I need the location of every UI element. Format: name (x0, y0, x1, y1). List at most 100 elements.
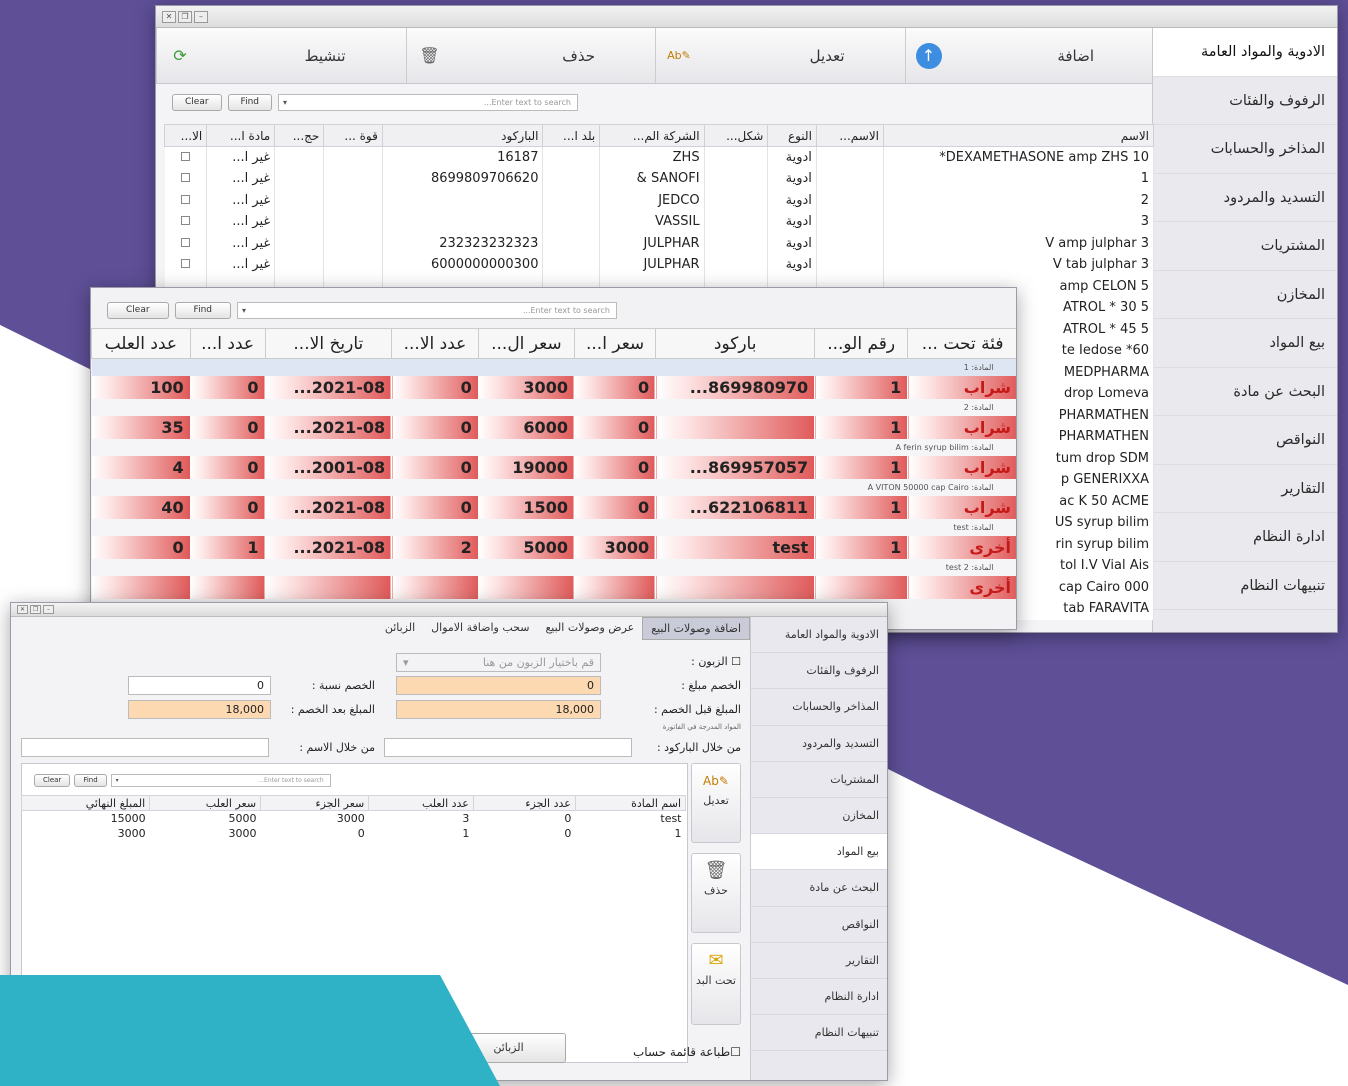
column-header[interactable]: سعر العلب (149, 795, 262, 811)
delete-button[interactable]: 🗑 حذف (405, 28, 656, 83)
customer-checkbox-label[interactable]: ☐ الزبون : (691, 655, 741, 668)
sidebar-item[interactable]: تنبيهات النظام (751, 1015, 887, 1052)
column-header[interactable]: مادة ا... (206, 124, 276, 147)
sidebar-item[interactable]: النواقص (1153, 416, 1337, 465)
column-header[interactable]: عدد الجزء (472, 795, 576, 811)
sidebar-item[interactable]: التقارير (1153, 465, 1337, 513)
column-header[interactable]: الا... (163, 124, 208, 147)
search-input[interactable]: ▾ Enter text to search... (278, 93, 578, 111)
table-row[interactable]: test 0 3 3000 5000 15000 (21, 810, 686, 826)
table-row[interactable]: 2 ادوية JEDCO غير ا... (164, 189, 1154, 211)
sidebar-item[interactable]: ادارة النظام (1153, 513, 1337, 562)
table-row[interactable]: شراب 1 0 6000 0 ...2021-08 0 35 (91, 415, 1016, 439)
table-row[interactable]: شراب 1 ...869957057 0 19000 0 ...2001-08 0 4 (91, 455, 1016, 479)
column-header[interactable]: عدد العلب (368, 795, 474, 811)
sidebar-item[interactable]: ادارة النظام (751, 979, 887, 1016)
search-input[interactable]: ▾ Enter text to search... (110, 773, 331, 787)
edit-button[interactable]: Ab✎ تعديل (655, 28, 905, 83)
column-header[interactable]: شكل... (703, 124, 769, 147)
print-checkbox[interactable]: ☐طباعة قائمة حساب (633, 1045, 741, 1059)
tab-funds[interactable]: سحب واضافة الاموال (423, 617, 537, 640)
find-button[interactable]: Find (174, 301, 231, 319)
column-header[interactable]: عدد العلب (91, 328, 191, 359)
table-row[interactable]: V amp julphar 3 ادوية JULPHAR 232323232323 غ… (164, 232, 1154, 254)
column-header[interactable]: الباركود (381, 124, 544, 147)
table-row[interactable]: 1 0 1 0 3000 3000 (21, 825, 686, 841)
tab-customers[interactable]: الزبائن (377, 617, 423, 640)
checkbox[interactable] (180, 152, 190, 161)
tab-add-sale[interactable]: اضافة وصولات البيع (642, 617, 750, 640)
minimize-icon[interactable]: – (194, 10, 208, 23)
group-row[interactable]: المادة: 1 (91, 358, 1016, 376)
column-header[interactable]: تاريخ الا... (264, 328, 393, 359)
table-row[interactable]: شراب 1 ...622106811 0 1500 0 ...2021-08 0 40 (91, 495, 1016, 519)
checkbox[interactable] (180, 237, 190, 247)
close-icon[interactable]: ✕ (17, 605, 28, 614)
discount-amount-field[interactable]: 0 (396, 676, 601, 695)
discount-percent-field[interactable]: 0 (128, 676, 271, 695)
sidebar-item[interactable]: بيع المواد (1153, 319, 1337, 368)
column-header[interactable]: سعر ال... (477, 328, 575, 359)
table-row[interactable]: 3 ادوية VASSIL غير ا... (164, 211, 1154, 233)
column-header[interactable]: سعر الجزء (260, 795, 370, 811)
column-header[interactable]: الاسم... (815, 124, 885, 147)
sidebar-item[interactable]: المذاخر والحسابات (1153, 125, 1337, 174)
group-row[interactable]: المادة: test 2 (91, 558, 1016, 576)
sidebar-item[interactable]: المخازن (751, 798, 887, 835)
minimize-icon[interactable]: – (43, 605, 54, 614)
sidebar-item[interactable]: البحث عن مادة (1153, 368, 1337, 416)
sidebar-item[interactable]: المشتريات (1153, 222, 1337, 271)
sidebar-item[interactable]: المذاخر والحسابات (751, 689, 887, 726)
group-row[interactable]: المادة: 2 (91, 398, 1016, 416)
sidebar-item[interactable]: التسديد والمردود (751, 726, 887, 762)
sidebar-item[interactable]: الرفوف والفئات (751, 653, 887, 690)
sidebar-item[interactable]: النواقص (751, 907, 887, 943)
column-header[interactable]: المبلغ النهائي (20, 795, 151, 811)
column-header[interactable]: قوة ... (323, 124, 383, 147)
sidebar-item[interactable]: الرفوف والفئات (1153, 77, 1337, 125)
sidebar-item[interactable]: الادوية والمواد العامة (1153, 28, 1337, 77)
clear-button[interactable]: Clear (34, 773, 71, 787)
checkbox[interactable] (180, 194, 190, 204)
table-row[interactable]: شراب 1 ...869980970 0 3000 0 ...2021-08 0 100 (91, 375, 1016, 399)
column-header[interactable]: عدد الا... (391, 328, 479, 359)
refresh-button[interactable]: ⟳ تنشيط (156, 28, 406, 83)
column-header[interactable]: الشركة الم... (599, 124, 705, 147)
checkbox[interactable] (180, 216, 190, 226)
sidebar-item[interactable]: المشتريات (751, 762, 887, 798)
column-header[interactable]: سعر ا... (573, 328, 657, 359)
hold-button[interactable]: ✉ تحت البد (691, 943, 741, 1025)
add-button[interactable]: ↑ اضافة (904, 28, 1155, 83)
column-header[interactable]: بلد ا... (542, 124, 601, 147)
delete-item-button[interactable]: 🗑 حذف (691, 853, 741, 933)
column-header[interactable]: عدد ا... (189, 328, 266, 359)
group-row[interactable]: المادة: test (91, 518, 1016, 536)
table-row[interactable]: V tab julphar 3 ادوية JULPHAR 6000000000300… (164, 254, 1154, 276)
table-row[interactable]: أخرى (91, 575, 1016, 599)
search-input[interactable]: ▾ Enter text to search... (237, 301, 617, 319)
sidebar-item[interactable]: المخازن (1153, 271, 1337, 319)
restore-icon[interactable]: ❐ (178, 10, 192, 23)
column-header[interactable]: رقم الو... (814, 328, 909, 359)
find-button[interactable]: Find (74, 773, 107, 787)
group-row[interactable]: المادة: A ferin syrup bilim (91, 438, 1016, 456)
table-row[interactable]: 1 ادوية SANOFI & 8699809706620 غير ا... (164, 168, 1154, 190)
column-header[interactable]: الاسم (883, 124, 1154, 147)
before-discount-field[interactable]: 18,000 (396, 700, 601, 719)
sidebar-item[interactable]: تنبيهات النظام (1153, 562, 1337, 610)
column-header[interactable]: باركود (655, 328, 816, 359)
checkbox[interactable] (180, 259, 190, 269)
clear-button[interactable]: Clear (172, 93, 222, 111)
tab-view-sales[interactable]: عرض وصولات البيع (537, 617, 642, 640)
column-header[interactable]: اسم المادة (574, 795, 687, 811)
table-row[interactable]: DEXAMETHASONE amp ZHS 10* ادوية ZHS 16187 غي… (164, 146, 1154, 168)
column-header[interactable]: النوع (767, 124, 817, 147)
sidebar-item[interactable]: البحث عن مادة (751, 870, 887, 907)
edit-item-button[interactable]: Ab✎ تعديل (691, 763, 741, 843)
column-header[interactable]: حج... (274, 124, 325, 147)
table-row[interactable]: أخرى 1 test 3000 5000 2 ...2021-08 1 0 (91, 535, 1016, 559)
close-icon[interactable]: ✕ (162, 10, 176, 23)
sidebar-item[interactable]: بيع المواد (751, 834, 887, 871)
group-row[interactable]: المادة: A VITON 50000 cap Cairo (91, 478, 1016, 496)
customer-select[interactable]: قم باختيار الزبون من هنا ▾ (396, 653, 601, 672)
